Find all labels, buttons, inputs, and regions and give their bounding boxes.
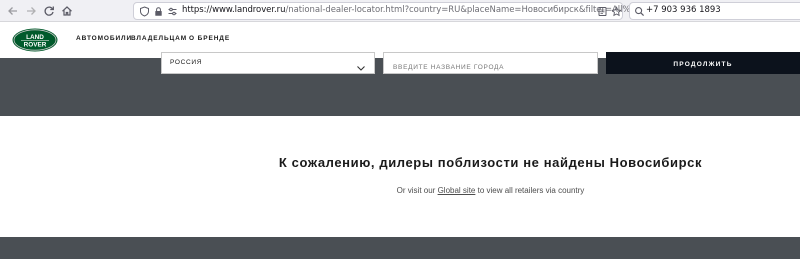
nav-item-vehicles[interactable]: АВТОМОБИЛИ: [76, 35, 132, 42]
continue-button[interactable]: ПРОДОЛЖИТЬ: [606, 52, 800, 74]
home-icon[interactable]: [59, 3, 75, 19]
country-select-value: РОССИЯ: [170, 59, 203, 66]
search-text[interactable]: +7 903 936 1893: [646, 5, 721, 15]
search-icon: [632, 4, 646, 18]
logo-line2: ROVER: [24, 41, 47, 48]
visit-prefix: Or visit our: [396, 186, 438, 195]
city-input[interactable]: [383, 52, 598, 74]
browser-toolbar: https://www.landrover.ru/national-dealer…: [0, 0, 800, 22]
bookmark-star-icon[interactable]: [609, 4, 623, 18]
lock-icon[interactable]: [151, 4, 165, 18]
chevron-down-icon: [356, 58, 366, 71]
country-select[interactable]: РОССИЯ: [161, 52, 375, 74]
shield-icon[interactable]: [137, 4, 151, 18]
reader-view-icon[interactable]: [595, 4, 609, 18]
no-dealers-message: К сожалению, дилеры поблизости не найден…: [278, 155, 703, 170]
nav-item-about-brand[interactable]: О БРЕНДЕ: [189, 35, 230, 42]
back-arrow-icon[interactable]: [5, 3, 21, 19]
visit-global-site-text: Or visit our Global site to view all ret…: [0, 186, 800, 195]
forward-arrow-icon[interactable]: [23, 3, 39, 19]
global-site-link[interactable]: Global site: [438, 186, 476, 195]
land-rover-logo[interactable]: LAND ROVER: [12, 28, 58, 52]
url-text[interactable]: https://www.landrover.ru/national-dealer…: [182, 5, 641, 15]
permissions-icon[interactable]: [165, 4, 179, 18]
reload-icon[interactable]: [41, 3, 57, 19]
visit-suffix: to view all retailers via country: [475, 186, 585, 195]
logo-line1: LAND: [26, 34, 44, 41]
search-bar[interactable]: +7 903 936 1893: [629, 2, 800, 20]
nav-item-owners[interactable]: ВЛАДЕЛЬЦАМ: [131, 35, 187, 42]
footer-band: [0, 237, 800, 259]
url-bar[interactable]: https://www.landrover.ru/national-dealer…: [133, 2, 641, 20]
